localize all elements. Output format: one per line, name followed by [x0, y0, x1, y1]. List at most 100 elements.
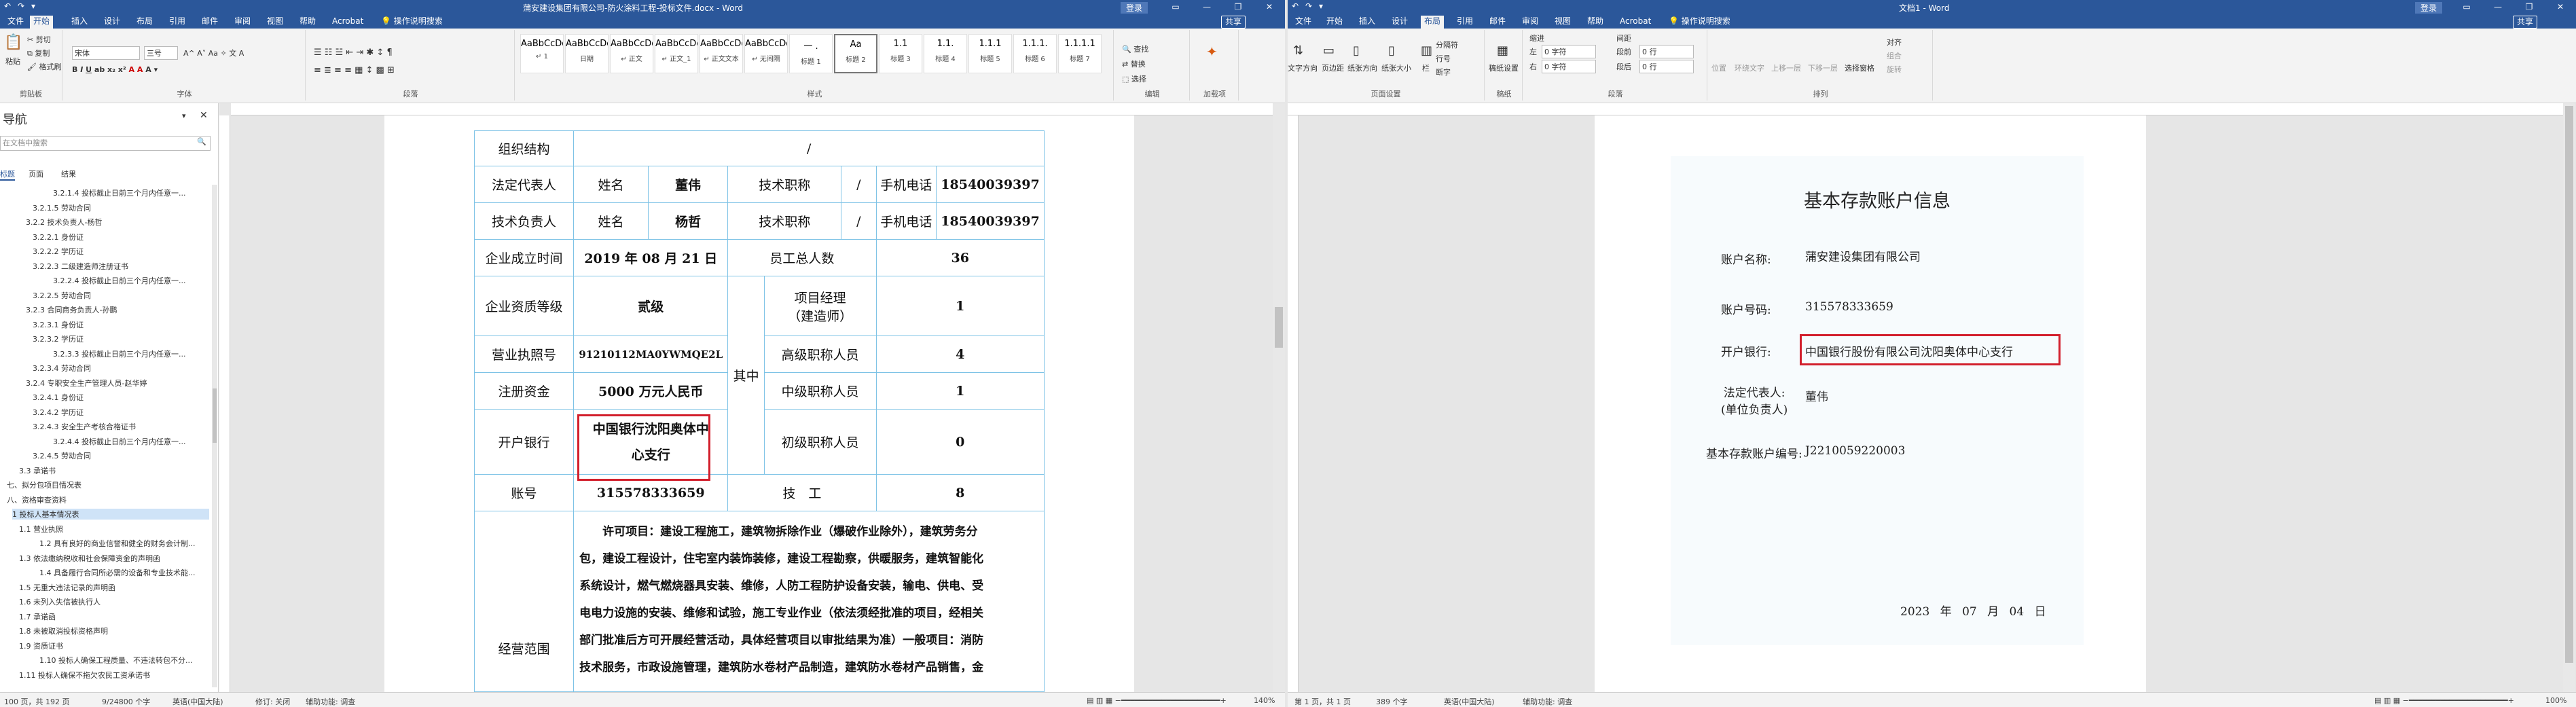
tab-acrobat[interactable]: Acrobat	[1616, 16, 1654, 29]
accessibility[interactable]: 辅助功能: 调查	[306, 696, 355, 707]
nav-heading-item[interactable]: 3.2.2.1 身份证	[33, 232, 84, 242]
indent-left-input[interactable]: 0 字符	[1542, 45, 1596, 58]
nav-heading-item[interactable]: 八、资格审查资料	[7, 494, 67, 505]
manuscript-button[interactable]: 稿纸设置	[1489, 62, 1519, 73]
nav-search-input[interactable]: 在文档中搜索	[0, 136, 211, 151]
style-item[interactable]: AaBbCcDc ↵ 正文_1	[655, 34, 698, 73]
customize-qat-icon[interactable]: ▾	[1319, 1, 1323, 11]
tell-me-search[interactable]: 💡 操作说明搜索	[378, 16, 446, 29]
margins-icon[interactable]: ▭	[1323, 43, 1335, 58]
style-item[interactable]: 1.1 标题 3	[879, 34, 922, 73]
format-painter-button[interactable]: 🖌 格式刷	[27, 61, 61, 72]
tab-insert[interactable]: 插入	[1356, 16, 1379, 29]
arrange-item[interactable]: 位置	[1711, 62, 1726, 73]
style-item[interactable]: 一 . 标题 1	[789, 34, 833, 73]
nav-tab-pages[interactable]: 页面	[29, 168, 43, 179]
nav-heading-item[interactable]: 3.2.4 专职安全生产管理人员-赵华婷	[26, 378, 147, 388]
nav-heading-item[interactable]: 3.2.3 合同商务负责人-孙鹏	[26, 304, 117, 315]
nav-heading-item[interactable]: 3.2.3.1 身份证	[33, 319, 84, 330]
tab-design[interactable]: 设计	[101, 16, 124, 29]
tab-references[interactable]: 引用	[1453, 16, 1476, 29]
vertical-ruler[interactable]	[1288, 115, 1299, 692]
spacing-before-input[interactable]: 0 行	[1639, 45, 1694, 58]
minimize-icon[interactable]: —	[1191, 0, 1222, 14]
nav-heading-item[interactable]: 1.5 无重大违法记录的声明函	[19, 582, 115, 593]
arrange-item[interactable]: 下移一层	[1808, 62, 1838, 73]
align-button[interactable]: 对齐	[1887, 37, 1902, 48]
page-setup-item[interactable]: 栏	[1422, 62, 1430, 73]
style-item[interactable]: AaBbCcDd ↵ 1	[520, 34, 564, 73]
tab-help[interactable]: 帮助	[1584, 16, 1607, 29]
nav-heading-item[interactable]: 1.8 未被取消投标资格声明	[19, 626, 108, 636]
tab-home[interactable]: 开始	[30, 16, 54, 29]
breaks-button[interactable]: 分隔符	[1436, 39, 1458, 50]
nav-heading-item[interactable]: 3.2.4.1 身份证	[33, 392, 84, 403]
tab-review[interactable]: 审阅	[231, 16, 254, 29]
page-setup-item[interactable]: 纸张方向	[1347, 62, 1377, 73]
share-button[interactable]: 共享	[2513, 16, 2538, 29]
track-changes[interactable]: 修订: 关闭	[255, 696, 290, 707]
nav-heading-item[interactable]: 3.2.1.4 投标截止日前三个月内任意一...	[53, 187, 185, 198]
page-setup-item[interactable]: 纸张大小	[1381, 62, 1411, 73]
nav-heading-item[interactable]: 3.2.4.3 安全生产考核合格证书	[33, 421, 136, 432]
style-item[interactable]: AaBbCcDd ↵ 无间隔	[744, 34, 788, 73]
sign-in-button[interactable]: 登录	[2415, 2, 2443, 14]
document-page[interactable]: 组织结构 / 法定代表人 姓名 董伟 技术职称 / 手机电话 185400393…	[384, 115, 1134, 692]
font-format-row[interactable]: B I U ab x₂ x² A A A ▾	[72, 65, 158, 74]
arrange-item[interactable]: 上移一层	[1771, 62, 1801, 73]
customize-qat-icon[interactable]: ▾	[31, 1, 35, 11]
nav-heading-item[interactable]: 3.2.2.4 投标截止日前三个月内任意一...	[53, 275, 185, 286]
nav-heading-item[interactable]: 1.2 具有良好的商业信誉和健全的财务会计制...	[39, 538, 195, 549]
orientation-icon[interactable]: ▯	[1353, 43, 1360, 58]
horizontal-ruler[interactable]	[1288, 103, 2563, 115]
nav-heading-item[interactable]: 3.2.2.5 劳动合同	[33, 290, 91, 301]
ribbon-display-icon[interactable]: ▭	[1160, 0, 1191, 14]
nav-options-icon[interactable]: ▾	[182, 111, 186, 120]
find-button[interactable]: 🔍 查找	[1122, 43, 1148, 54]
manuscript-icon[interactable]: ▦	[1497, 43, 1508, 58]
close-icon[interactable]: ✕	[2545, 0, 2576, 14]
nav-heading-item[interactable]: 1.4 具备履行合同所必需的设备和专业技术能...	[39, 567, 195, 578]
restore-icon[interactable]: ❐	[1222, 0, 1254, 14]
hyphenation-button[interactable]: 断字	[1436, 67, 1451, 77]
word-count[interactable]: 9/24800 个字	[102, 696, 150, 707]
nav-heading-item[interactable]: 1.6 未列入失信被执行人	[19, 596, 101, 607]
nav-heading-item[interactable]: 七、拟分包项目情况表	[7, 479, 81, 490]
redo-icon[interactable]: ↷	[1305, 1, 1312, 11]
font-name-select[interactable]: 宋体	[72, 46, 140, 60]
tab-references[interactable]: 引用	[166, 16, 189, 29]
restore-icon[interactable]: ❐	[2514, 0, 2545, 14]
ribbon-display-icon[interactable]: ▭	[2451, 0, 2482, 14]
nav-tab-results[interactable]: 结果	[61, 168, 76, 179]
copy-button[interactable]: ⧉ 复制	[27, 48, 50, 58]
style-item[interactable]: Aa 标题 2	[834, 34, 877, 73]
group-button[interactable]: 组合	[1887, 50, 1902, 61]
nav-heading-item[interactable]: 1.3 依法缴纳税收和社会保障资金的声明函	[19, 553, 160, 564]
paste-label[interactable]: 粘贴	[5, 56, 20, 67]
close-icon[interactable]: ✕	[1254, 0, 1285, 14]
page-count[interactable]: 100 页，共 192 页	[4, 696, 69, 707]
word-count[interactable]: 389 个字	[1376, 696, 1408, 707]
tab-help[interactable]: 帮助	[296, 16, 319, 29]
doc-scroll-thumb[interactable]	[2565, 106, 2573, 663]
tab-mailings[interactable]: 邮件	[198, 16, 221, 29]
grow-font-icon[interactable]: A^ A˅ Aa ✧ 文 A	[183, 48, 244, 58]
zoom-level[interactable]: 100%	[2545, 696, 2566, 705]
nav-heading-item[interactable]: 3.2.3.4 劳动合同	[33, 363, 91, 374]
text-direction-icon[interactable]: ⇅	[1293, 43, 1303, 58]
page-setup-item[interactable]: 页边距	[1322, 62, 1344, 73]
nav-heading-item[interactable]: 1.10 投标人确保工程质量、不违法转包不分...	[39, 655, 192, 666]
language[interactable]: 英语(中国大陆)	[1444, 696, 1495, 707]
tell-me-search[interactable]: 💡 操作说明搜索	[1665, 16, 1734, 29]
font-size-select[interactable]: 三号	[144, 46, 178, 60]
nav-heading-item[interactable]: 3.2.4.2 学历证	[33, 407, 84, 418]
sign-in-button[interactable]: 登录	[1121, 2, 1148, 14]
document-page[interactable]: 基本存款账户信息 账户名称: 蒲安建设集团有限公司 账户号码: 31557833…	[1595, 115, 2146, 692]
replace-button[interactable]: ⇄ 替换	[1122, 58, 1146, 69]
spacing-after-input[interactable]: 0 行	[1639, 60, 1694, 73]
nav-tab-headings[interactable]: 标题	[0, 168, 15, 181]
tab-view[interactable]: 视图	[264, 16, 287, 29]
nav-scroll-thumb[interactable]	[213, 388, 217, 443]
paste-icon[interactable]: 📋	[4, 34, 22, 51]
tab-file[interactable]: 文件	[4, 16, 27, 29]
